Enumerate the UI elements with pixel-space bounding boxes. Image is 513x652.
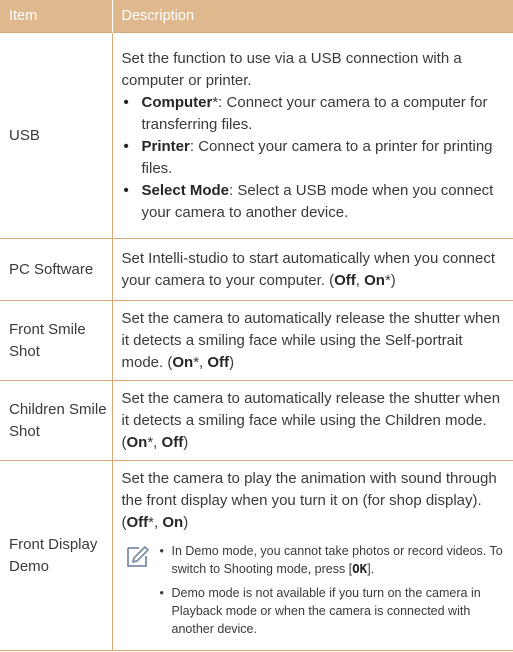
usb-option-computer: Computer*: Connect your camera to a comp… bbox=[122, 92, 504, 136]
table-header-row: Item Description bbox=[0, 0, 513, 33]
demo-text: Set the camera to play the animation wit… bbox=[121, 469, 497, 531]
item-pc-software: PC Software bbox=[0, 238, 112, 301]
description-usb: Set the function to use via a USB connec… bbox=[111, 32, 513, 239]
table-row-front-smile-shot: Front Smile Shot Set the camera to autom… bbox=[0, 300, 513, 381]
description-front-display-demo: Set the camera to play the animation wit… bbox=[111, 460, 513, 651]
demo-note-item-1: In Demo mode, you cannot take photos or … bbox=[160, 542, 504, 578]
item-front-smile-shot: Front Smile Shot bbox=[0, 300, 112, 381]
header-item: Item bbox=[0, 0, 112, 33]
description-front-smile-shot: Set the camera to automatically release … bbox=[111, 300, 513, 381]
usb-intro: Set the function to use via a USB connec… bbox=[121, 49, 462, 89]
item-usb: USB bbox=[0, 32, 112, 239]
demo-note-list: In Demo mode, you cannot take photos or … bbox=[160, 542, 504, 644]
usb-options-list: Computer*: Connect your camera to a comp… bbox=[122, 92, 504, 224]
table-row-pc-software: PC Software Set Intelli-studio to start … bbox=[0, 238, 513, 301]
demo-note: In Demo mode, you cannot take photos or … bbox=[122, 542, 504, 644]
usb-option-printer: Printer: Connect your camera to a printe… bbox=[122, 136, 504, 180]
table-row-usb: USB Set the function to use via a USB co… bbox=[0, 32, 513, 239]
table-row-front-display-demo: Front Display Demo Set the camera to pla… bbox=[0, 460, 513, 651]
item-children-smile-shot: Children Smile Shot bbox=[0, 380, 112, 461]
table-row-children-smile-shot: Children Smile Shot Set the camera to au… bbox=[0, 380, 513, 461]
settings-table: Item Description USB Set the function to… bbox=[0, 0, 513, 651]
header-description: Description bbox=[111, 0, 513, 33]
item-front-display-demo: Front Display Demo bbox=[0, 460, 112, 651]
description-pc-software: Set Intelli-studio to start automaticall… bbox=[111, 238, 513, 301]
demo-note-item-2: Demo mode is not available if you turn o… bbox=[160, 584, 504, 638]
note-pencil-icon bbox=[126, 545, 149, 567]
description-children-smile-shot: Set the camera to automatically release … bbox=[111, 380, 513, 461]
usb-option-select-mode: Select Mode: Select a USB mode when you … bbox=[122, 180, 504, 224]
ok-key: OK bbox=[352, 560, 368, 576]
